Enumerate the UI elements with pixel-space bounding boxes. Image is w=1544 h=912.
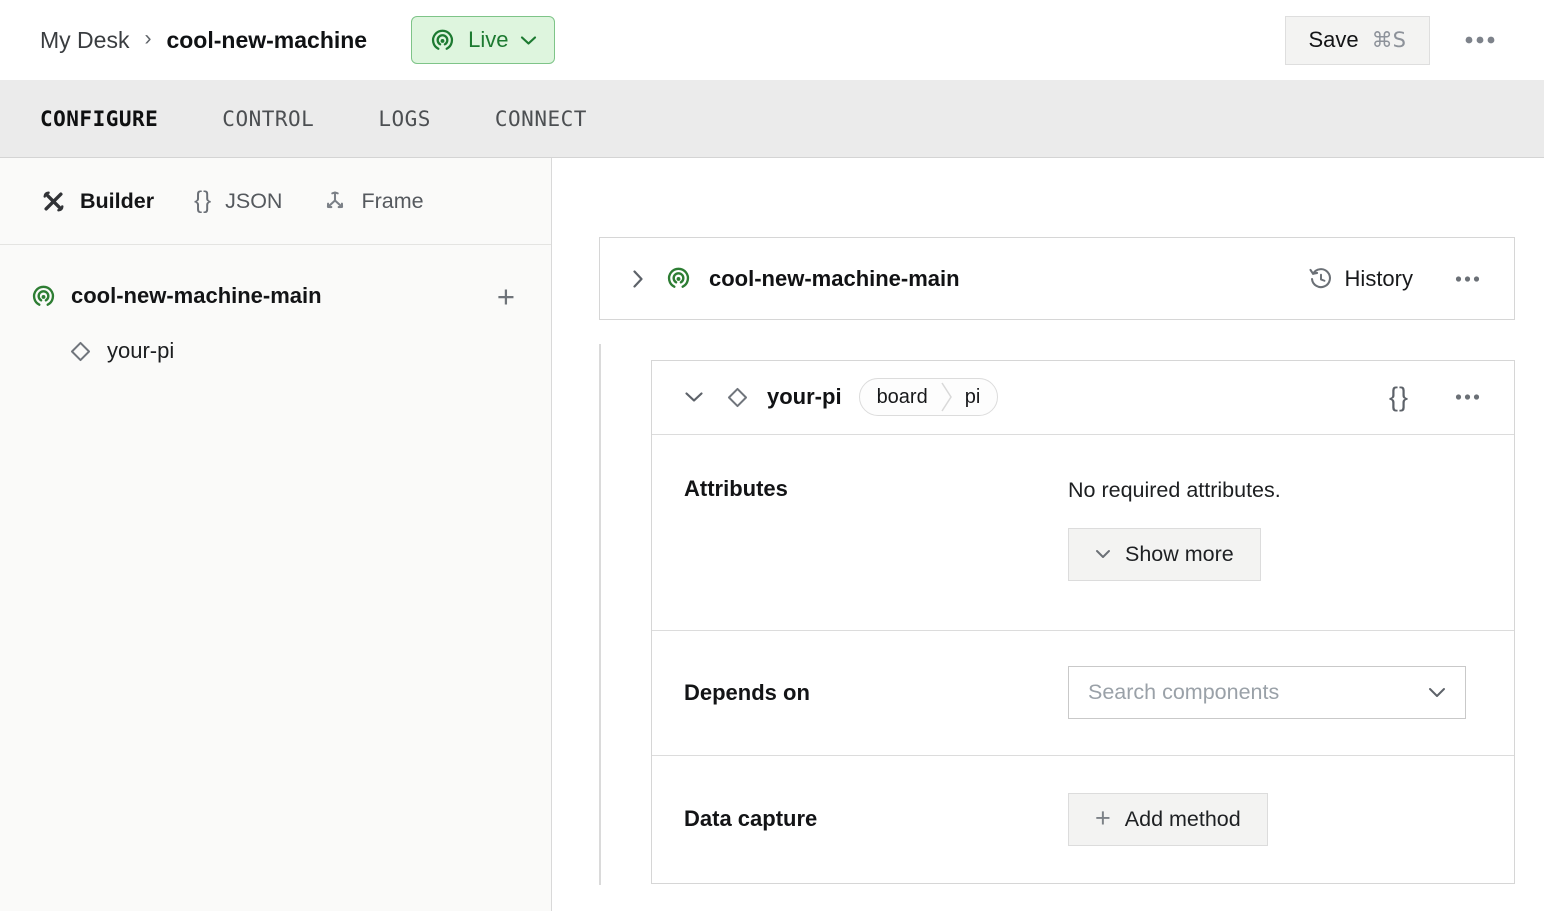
tree-machine-part-label: cool-new-machine-main xyxy=(71,283,322,308)
tree-item-machine-part[interactable]: cool-new-machine-main + xyxy=(30,273,517,319)
badge-model-pi: pi xyxy=(964,385,981,408)
chevron-down-icon xyxy=(520,35,537,46)
your-pi-card-header: your-pi board pi {} xyxy=(652,361,1514,435)
broadcast-icon xyxy=(30,283,57,310)
topbar: My Desk › cool-new-machine Live Save ⌘S xyxy=(0,0,1544,80)
view-builder-button[interactable]: Builder xyxy=(40,188,154,215)
part-card-title: cool-new-machine-main xyxy=(709,265,960,291)
ellipsis-icon xyxy=(1464,36,1496,44)
history-label: History xyxy=(1344,265,1413,291)
page-body: Builder {} JSON Frame cool-new-machine-m… xyxy=(0,158,1544,911)
braces-icon: {} xyxy=(1388,381,1409,412)
braces-icon: {} xyxy=(194,187,213,214)
component-type-badge: board pi xyxy=(858,378,999,417)
add-method-button[interactable]: + Add method xyxy=(1068,792,1268,846)
topbar-actions: Save ⌘S xyxy=(1284,15,1501,65)
your-pi-card-title: your-pi xyxy=(767,384,842,410)
broadcast-icon xyxy=(665,265,692,292)
save-button-label: Save xyxy=(1308,27,1359,52)
attributes-empty-text: No required attributes. xyxy=(1068,477,1281,502)
your-pi-card-actions: {} xyxy=(1385,378,1484,417)
tools-icon xyxy=(40,188,67,215)
tab-control[interactable]: CONTROL xyxy=(222,107,314,131)
data-capture-section: Data capture + Add method xyxy=(652,754,1514,884)
breadcrumb-current-machine-name: cool-new-machine xyxy=(166,26,368,53)
your-pi-card: your-pi board pi {} Attributes No requir… xyxy=(651,360,1515,884)
depends-on-heading: Depends on xyxy=(684,679,810,705)
live-status-dropdown[interactable]: Live xyxy=(411,16,556,64)
diamond-icon xyxy=(725,385,750,410)
badge-separator-chevron xyxy=(940,379,953,415)
view-switcher: Builder {} JSON Frame xyxy=(0,158,551,245)
tab-configure[interactable]: CONFIGURE xyxy=(40,107,158,131)
machine-part-card: cool-new-machine-main History xyxy=(599,237,1515,320)
diamond-icon xyxy=(68,339,93,364)
overflow-menu-button[interactable] xyxy=(1460,32,1500,48)
save-shortcut-hint: ⌘S xyxy=(1371,28,1406,52)
view-json-label: JSON xyxy=(225,188,283,213)
depends-on-section: Depends on Search components xyxy=(652,629,1514,755)
chevron-down-icon xyxy=(684,391,704,403)
machine-tabbar: CONFIGURE CONTROL LOGS CONNECT xyxy=(0,80,1544,158)
chevron-down-icon xyxy=(1428,687,1446,698)
history-button[interactable]: History xyxy=(1308,266,1413,292)
breadcrumb: My Desk › cool-new-machine xyxy=(40,27,367,54)
chevron-right-icon xyxy=(632,269,644,289)
data-capture-heading: Data capture xyxy=(684,806,818,832)
config-main: cool-new-machine-main History your-pi bo… xyxy=(552,158,1544,911)
save-button[interactable]: Save ⌘S xyxy=(1284,15,1430,65)
collapse-your-pi-button[interactable] xyxy=(680,387,708,407)
frame-axes-icon xyxy=(322,188,348,214)
breadcrumb-parent-link[interactable]: My Desk xyxy=(40,27,129,54)
show-more-button[interactable]: Show more xyxy=(1068,527,1261,581)
live-badge-label: Live xyxy=(468,27,509,52)
view-frame-label: Frame xyxy=(361,188,424,213)
attributes-heading: Attributes xyxy=(684,475,788,501)
part-card-actions: History xyxy=(1308,266,1484,292)
tree-your-pi-label: your-pi xyxy=(107,338,175,363)
ellipsis-icon xyxy=(1455,394,1480,400)
tab-logs[interactable]: LOGS xyxy=(378,107,431,131)
tree-item-your-pi[interactable]: your-pi xyxy=(68,329,517,373)
badge-type-board: board xyxy=(876,385,928,408)
tree-connector-line xyxy=(599,344,601,885)
show-more-label: Show more xyxy=(1125,541,1234,566)
raw-json-toggle-button[interactable]: {} xyxy=(1385,378,1413,417)
view-frame-button[interactable]: Frame xyxy=(322,188,424,214)
expand-part-card-button[interactable] xyxy=(628,265,648,293)
view-json-button[interactable]: {} JSON xyxy=(194,187,282,215)
config-sidebar: Builder {} JSON Frame cool-new-machine-m… xyxy=(0,158,552,911)
depends-on-search-select[interactable]: Search components xyxy=(1068,666,1466,719)
add-component-button[interactable]: + xyxy=(495,281,517,312)
ellipsis-icon xyxy=(1455,275,1480,282)
app-root: My Desk › cool-new-machine Live Save ⌘S … xyxy=(0,0,1544,912)
tab-connect[interactable]: CONNECT xyxy=(495,107,587,131)
history-clock-icon xyxy=(1308,266,1334,292)
add-method-label: Add method xyxy=(1124,806,1241,831)
chevron-down-icon xyxy=(1095,549,1111,559)
broadcast-icon xyxy=(429,27,456,54)
plus-icon: + xyxy=(1095,802,1111,833)
attributes-section: Attributes No required attributes. Show … xyxy=(652,435,1514,630)
part-card-menu-button[interactable] xyxy=(1451,272,1484,286)
component-tree: cool-new-machine-main + your-pi xyxy=(0,245,551,373)
search-components-placeholder: Search components xyxy=(1088,680,1280,704)
view-builder-label: Builder xyxy=(80,188,155,213)
breadcrumb-separator-icon: › xyxy=(144,27,152,50)
your-pi-menu-button[interactable] xyxy=(1451,390,1484,404)
